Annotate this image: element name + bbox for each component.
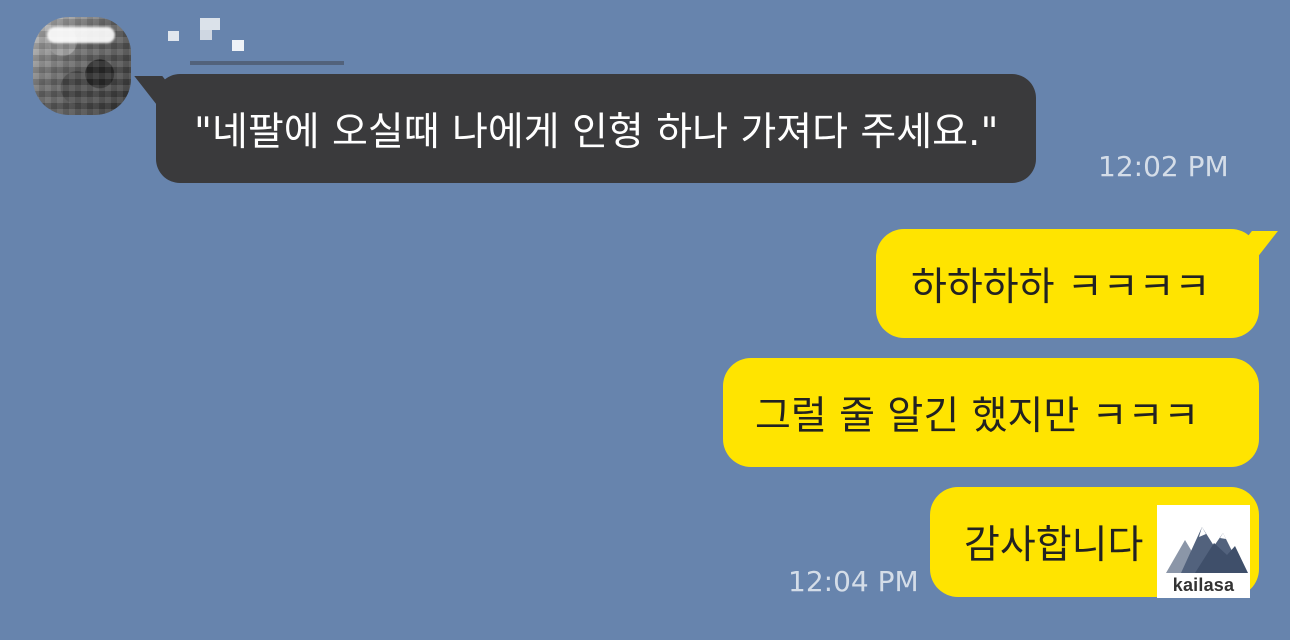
kailasa-watermark: kailasa [1157, 505, 1250, 598]
incoming-message-bubble[interactable]: "네팔에 오실때 나에게 인형 하나 가져다 주세요." [156, 74, 1037, 183]
redaction-pixel [168, 31, 179, 41]
incoming-message-time: 12:02 PM [1098, 150, 1229, 183]
redaction-pixel [200, 30, 212, 40]
outgoing-message-time: 12:04 PM [788, 565, 919, 598]
outgoing-message-bubble[interactable]: 그럴 줄 알긴 했지만 ㅋㅋㅋ [723, 358, 1259, 467]
watermark-label: kailasa [1172, 575, 1235, 595]
avatar[interactable] [33, 17, 131, 115]
chat-view: "네팔에 오실때 나에게 인형 하나 가져다 주세요." 12:02 PM 하하… [0, 0, 1290, 640]
redaction-pixel [232, 40, 244, 51]
outgoing-message-bubble[interactable]: 하하하하 ㅋㅋㅋㅋ [876, 229, 1259, 338]
redaction-pixel [200, 18, 220, 30]
redaction-bar [190, 61, 344, 65]
sender-name-redacted [166, 18, 346, 70]
